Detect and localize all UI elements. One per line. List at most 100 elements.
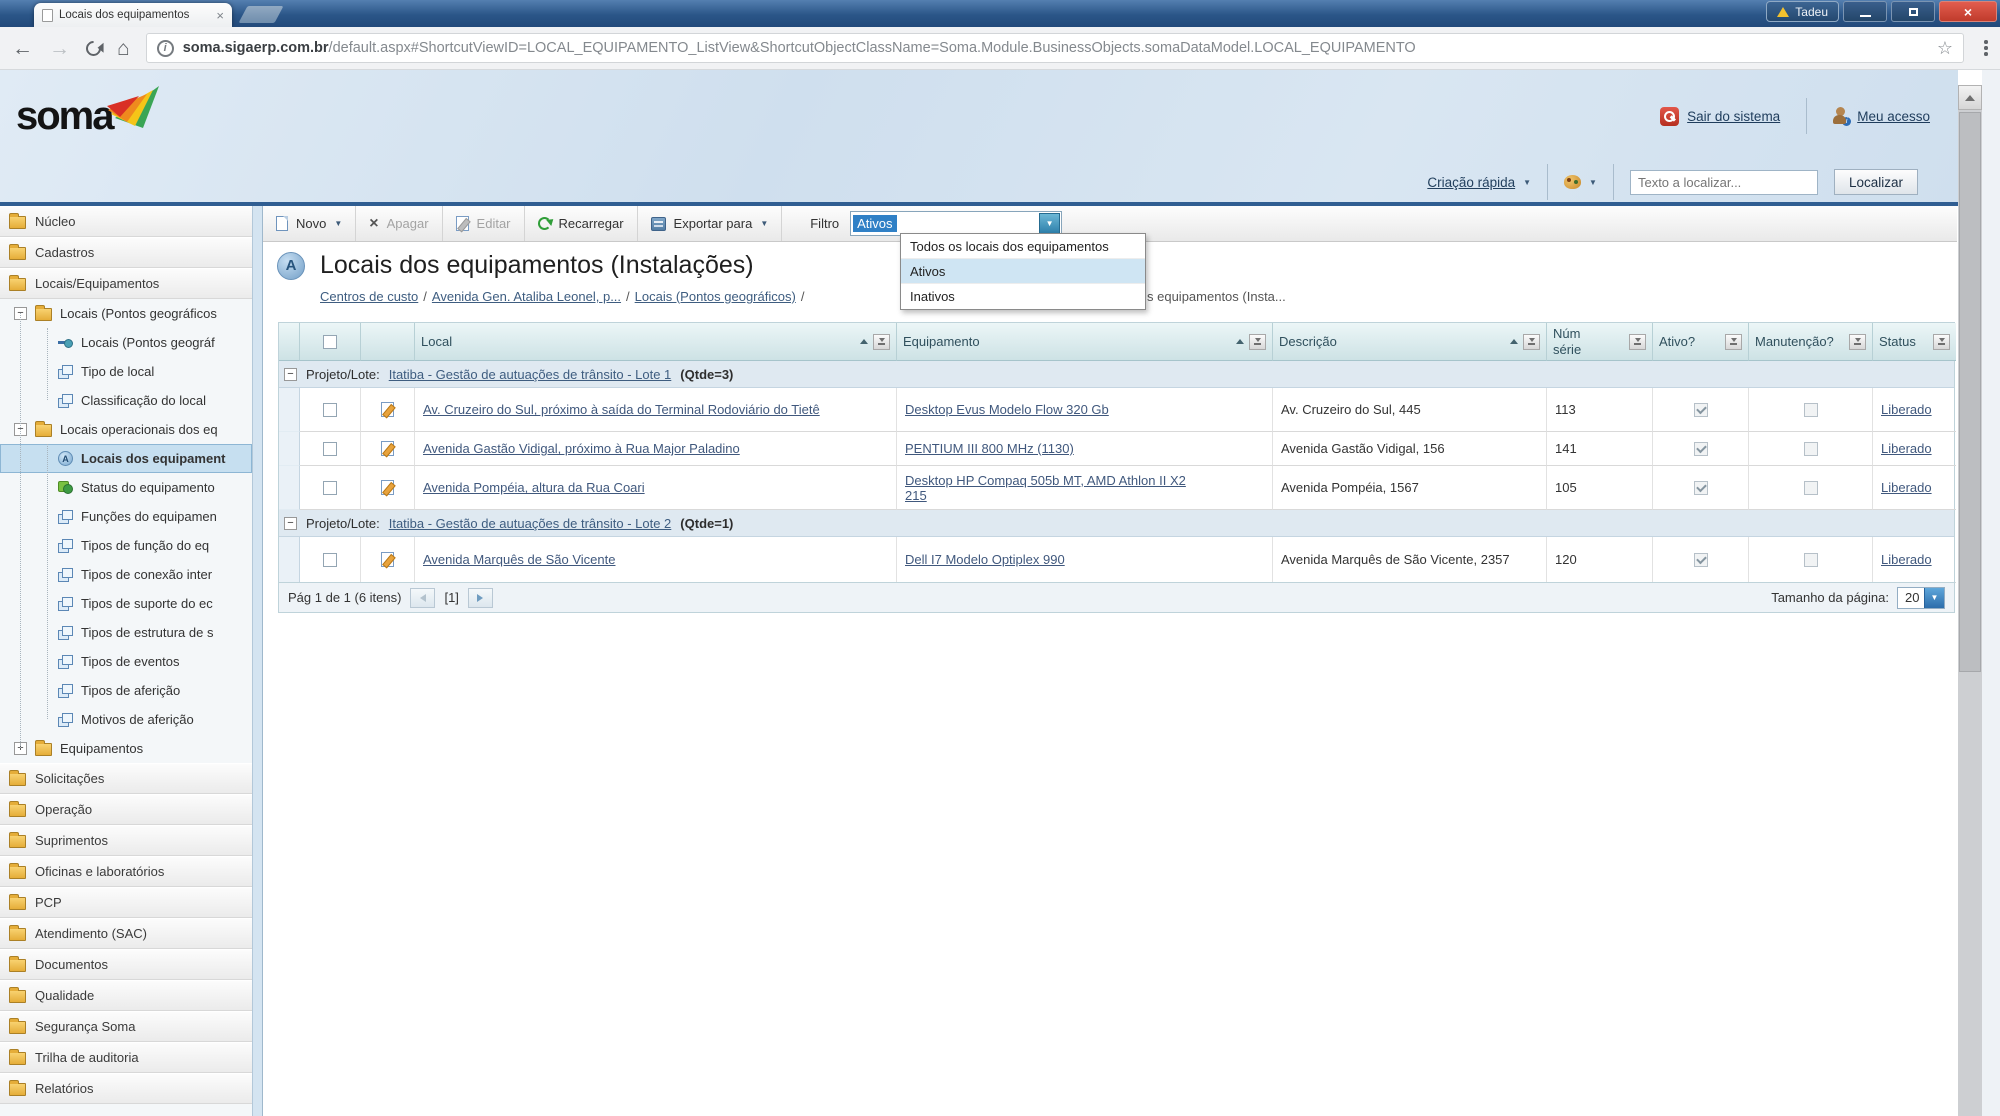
sidebar-item-tipos-de-eventos[interactable]: Tipos de eventos [0,647,252,676]
status-link[interactable]: Liberado [1881,480,1932,495]
breadcrumb-link[interactable]: Locais (Pontos geográficos) [635,289,796,304]
back-button[interactable]: ← [12,38,33,59]
breadcrumb-link[interactable]: Avenida Gen. Ataliba Leonel, p... [432,289,621,304]
theme-menu[interactable]: ▼ [1564,175,1597,189]
close-button[interactable]: × [1939,1,1997,22]
next-page-button[interactable] [468,588,493,608]
sidebar-item-locais-pontos-geograficos[interactable]: −Locais (Pontos geográficos [0,299,252,328]
sidebar-item-tipos-de-suporte[interactable]: Tipos de suporte do ec [0,589,252,618]
filter-button-icon[interactable] [1933,334,1950,350]
sidebar-item-locais-dos-equipamentos[interactable]: ALocais dos equipament [0,444,252,473]
site-info-icon[interactable]: i [157,40,174,57]
edit-row-icon[interactable] [381,402,394,417]
sidebar-item-status-do-equipamento[interactable]: Status do equipamento [0,473,252,502]
equipamento-link[interactable]: Dell I7 Modelo Optiplex 990 [905,552,1065,567]
logout-link[interactable]: Sair do sistema [1660,107,1780,126]
delete-button[interactable]: ×Apagar [356,206,442,241]
sidebar-item-funcoes-do-equipamento[interactable]: Funções do equipamen [0,502,252,531]
select-dropdown-button[interactable]: ▼ [1924,588,1944,608]
edit-row-icon[interactable] [381,441,394,456]
current-page[interactable]: [1] [444,590,458,605]
sidebar-splitter[interactable] [252,206,263,1116]
browser-profile-button[interactable]: Tadeu [1766,1,1839,22]
edit-button[interactable]: Editar [443,206,525,241]
edit-row-icon[interactable] [381,552,394,567]
local-link[interactable]: Av. Cruzeiro do Sul, próximo à saída do … [423,402,820,417]
sidebar-item-documentos[interactable]: Documentos [0,949,252,980]
filter-option-todos[interactable]: Todos os locais dos equipamentos [901,234,1145,259]
filter-option-ativos[interactable]: Ativos [901,259,1145,284]
select-all-checkbox[interactable] [323,335,337,349]
minimize-button[interactable] [1843,1,1887,22]
reload-button-app[interactable]: Recarregar [525,206,638,241]
sidebar-item-tipos-de-afericao[interactable]: Tipos de aferição [0,676,252,705]
collapse-icon[interactable]: − [284,517,297,530]
sidebar-item-solicitacoes[interactable]: Solicitações [0,763,252,794]
filter-button-icon[interactable] [873,334,890,350]
sidebar-item-locais-operacionais[interactable]: −Locais operacionais dos eq [0,415,252,444]
equipamento-link[interactable]: Desktop HP Compaq 505b MT, AMD Athlon II… [905,473,1202,503]
bookmark-star-icon[interactable]: ☆ [1937,38,1953,59]
prev-page-button[interactable] [410,588,435,608]
column-header-manutencao[interactable]: Manutenção? [1749,323,1873,361]
collapse-icon[interactable]: − [284,368,297,381]
search-button[interactable]: Localizar [1834,169,1918,195]
search-input[interactable] [1630,170,1818,195]
sidebar-item-tipos-de-conexao[interactable]: Tipos de conexão inter [0,560,252,589]
sidebar-item-pcp[interactable]: PCP [0,887,252,918]
reload-button[interactable] [83,37,104,58]
sidebar-item-oficinas[interactable]: Oficinas e laboratórios [0,856,252,887]
group-link[interactable]: Itatiba - Gestão de autuações de trânsit… [389,516,672,531]
local-link[interactable]: Avenida Pompéia, altura da Rua Coari [423,480,645,495]
scroll-up-button[interactable] [1958,85,1982,110]
new-tab-button[interactable] [238,6,283,23]
browser-menu-icon[interactable] [1984,40,1988,56]
sidebar-item-tipos-de-estrutura[interactable]: Tipos de estrutura de s [0,618,252,647]
column-header-ativo[interactable]: Ativo? [1653,323,1749,361]
status-link[interactable]: Liberado [1881,441,1932,456]
status-link[interactable]: Liberado [1881,402,1932,417]
local-link[interactable]: Avenida Marquês de São Vicente [423,552,616,567]
sidebar-item-motivos-de-afericao[interactable]: Motivos de aferição [0,705,252,734]
sidebar-item-classificacao-do-local[interactable]: Classificação do local [0,386,252,415]
forward-button[interactable]: → [49,38,70,59]
scrollbar-thumb[interactable] [1959,112,1981,672]
filter-button-icon[interactable] [1523,334,1540,350]
filter-button-icon[interactable] [1249,334,1266,350]
combo-dropdown-button[interactable]: ▼ [1039,213,1060,234]
filter-button-icon[interactable] [1629,334,1646,350]
filter-button-icon[interactable] [1725,334,1742,350]
sidebar-item-seguranca-soma[interactable]: Segurança Soma [0,1011,252,1042]
page-size-select[interactable]: 20 ▼ [1897,587,1945,609]
sidebar-item-tipos-de-funcao[interactable]: Tipos de função do eq [0,531,252,560]
sidebar-item-relatorios[interactable]: Relatórios [0,1073,252,1104]
sidebar-item-operacao[interactable]: Operação [0,794,252,825]
equipamento-link[interactable]: Desktop Evus Modelo Flow 320 Gb [905,402,1109,417]
new-button[interactable]: Novo▼ [263,206,356,241]
column-header-descricao[interactable]: Descrição [1273,323,1547,361]
equipamento-link[interactable]: PENTIUM III 800 MHz (1130) [905,441,1074,456]
sidebar-item-cadastros[interactable]: Cadastros [0,237,252,268]
browser-tab[interactable]: Locais dos equipamentos × [34,3,232,27]
row-checkbox[interactable] [323,442,337,456]
home-button[interactable]: ⌂ [117,38,130,59]
row-checkbox[interactable] [323,553,337,567]
sidebar-item-trilha-de-auditoria[interactable]: Trilha de auditoria [0,1042,252,1073]
my-access-link[interactable]: i Meu acesso [1833,107,1930,125]
local-link[interactable]: Avenida Gastão Vidigal, próximo à Rua Ma… [423,441,740,456]
column-header-num-serie[interactable]: Núm série [1547,323,1653,361]
edit-row-icon[interactable] [381,480,394,495]
sidebar-item-suprimentos[interactable]: Suprimentos [0,825,252,856]
row-checkbox[interactable] [323,481,337,495]
tab-close-icon[interactable]: × [216,9,224,22]
sidebar-item-nucleo[interactable]: Núcleo [0,206,252,237]
export-button[interactable]: Exportar para▼ [638,206,783,241]
quick-create-link[interactable]: Criação rápida ▼ [1427,175,1531,190]
sidebar-item-tipo-de-local[interactable]: Tipo de local [0,357,252,386]
sidebar-item-equipamentos[interactable]: +Equipamentos [0,734,252,763]
group-link[interactable]: Itatiba - Gestão de autuações de trânsit… [389,367,672,382]
sidebar-item-locais-equipamentos[interactable]: Locais/Equipamentos [0,268,252,299]
filter-option-inativos[interactable]: Inativos [901,284,1145,309]
column-header-status[interactable]: Status [1873,323,1956,361]
vertical-scrollbar[interactable] [1958,85,1982,1116]
